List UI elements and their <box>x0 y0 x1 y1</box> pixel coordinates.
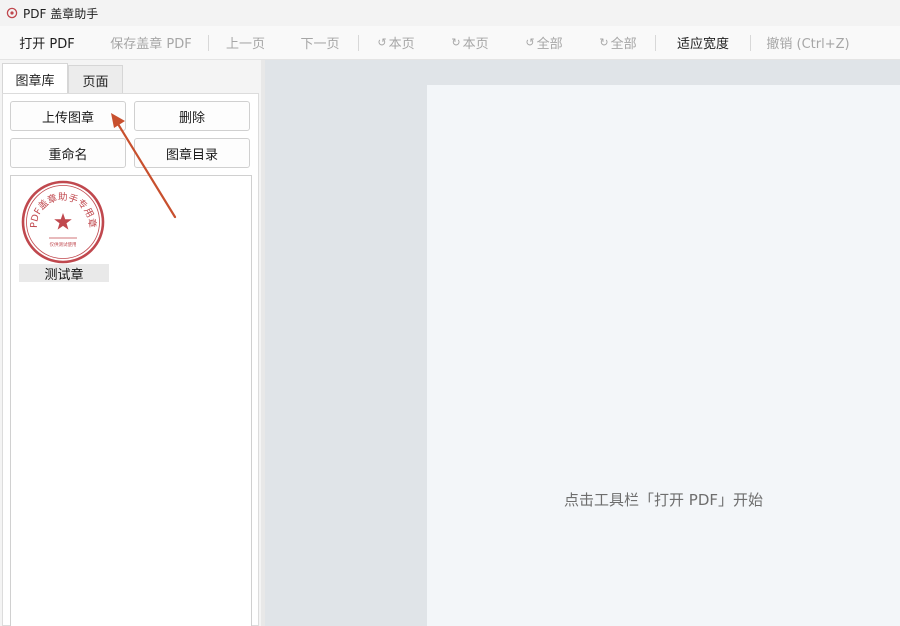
save-stamped-pdf-button[interactable]: 保存盖章 PDF <box>94 26 208 60</box>
title-bar: PDF 盖章助手 <box>0 0 900 26</box>
rotate-cw-icon: ↻ <box>599 36 609 49</box>
rotate-cw-icon: ↻ <box>451 36 461 49</box>
rotate-ccw-icon: ↺ <box>377 36 387 49</box>
rotate-page-cw-label: 本页 <box>462 37 489 52</box>
fit-width-button[interactable]: 适应宽度 <box>656 26 750 60</box>
rotate-all-ccw-label: 全部 <box>536 37 563 52</box>
seal-thumbnail: PDF盖章助手专用章 仅供测试使用 <box>21 180 105 264</box>
window-title: PDF 盖章助手 <box>23 6 99 21</box>
upload-seal-button[interactable]: 上传图章 <box>10 101 126 131</box>
tab-pages[interactable]: 页面 <box>68 65 123 94</box>
next-page-button[interactable]: 下一页 <box>282 26 358 60</box>
rename-seal-button[interactable]: 重命名 <box>10 138 126 168</box>
open-pdf-hint: 点击工具栏「打开 PDF」开始 <box>564 491 763 509</box>
tab-seal-library[interactable]: 图章库 <box>2 63 68 94</box>
open-pdf-button[interactable]: 打开 PDF <box>0 26 94 60</box>
rotate-page-ccw-label: 本页 <box>388 37 415 52</box>
seal-list-item[interactable]: PDF盖章助手专用章 仅供测试使用 测试章 <box>17 178 109 283</box>
main-toolbar: 打开 PDF 保存盖章 PDF 上一页 下一页 ↺ 本页 ↻ 本页 ↺ 全部 ↻… <box>0 26 900 60</box>
seal-directory-button[interactable]: 图章目录 <box>134 138 250 168</box>
rotate-page-ccw-button[interactable]: ↺ 本页 <box>359 26 433 60</box>
left-panel: 图章库 页面 上传图章 删除 重命名 图章目录 PDF盖章助手专用章 仅供测试使… <box>0 60 261 626</box>
page-placeholder: 点击工具栏「打开 PDF」开始 <box>427 85 900 626</box>
seal-name-label: 测试章 <box>19 264 109 283</box>
rotate-all-cw-button[interactable]: ↻ 全部 <box>581 26 655 60</box>
rotate-all-cw-label: 全部 <box>610 37 637 52</box>
left-panel-tabs: 图章库 页面 <box>2 63 123 94</box>
rotate-ccw-icon: ↺ <box>525 36 535 49</box>
undo-button[interactable]: 撤销 (Ctrl+Z) <box>751 26 865 60</box>
app-logo-icon <box>6 7 18 19</box>
seal-library-panel: 上传图章 删除 重命名 图章目录 PDF盖章助手专用章 仅供测试使用 测试章 <box>2 93 259 626</box>
seal-list: PDF盖章助手专用章 仅供测试使用 测试章 <box>10 175 252 626</box>
delete-seal-button[interactable]: 删除 <box>134 101 250 131</box>
rotate-all-ccw-button[interactable]: ↺ 全部 <box>507 26 581 60</box>
document-canvas[interactable]: 点击工具栏「打开 PDF」开始 <box>265 60 900 626</box>
rotate-page-cw-button[interactable]: ↻ 本页 <box>433 26 507 60</box>
seal-bottom-text: 仅供测试使用 <box>50 241 77 248</box>
prev-page-button[interactable]: 上一页 <box>209 26 282 60</box>
